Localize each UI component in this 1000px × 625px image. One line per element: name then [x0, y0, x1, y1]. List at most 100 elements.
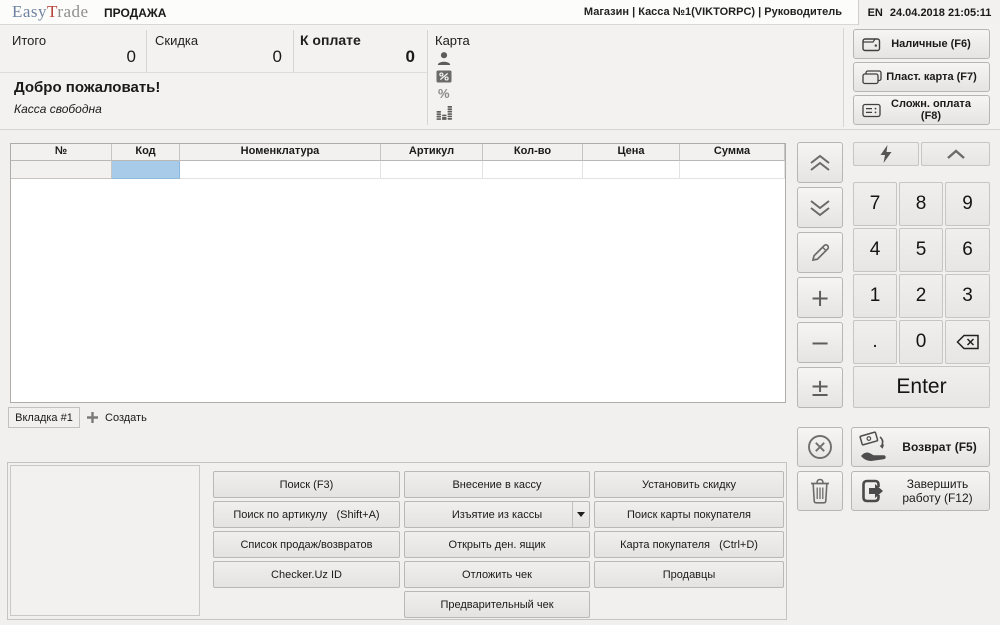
table-cell[interactable] — [680, 161, 785, 179]
table-cell[interactable] — [180, 161, 381, 179]
hold-receipt-button[interactable]: Отложить чек — [404, 561, 590, 588]
chevron-up-icon — [945, 148, 967, 160]
search-button[interactable]: Поиск (F3) — [213, 471, 400, 498]
cash-payment-button[interactable]: Наличные (F6) — [853, 29, 990, 59]
numpad-enter-key[interactable]: Enter — [853, 366, 990, 408]
return-button[interactable]: Возврат (F5) — [851, 427, 990, 467]
table-header-row: № Код Номенклатура Артикул Кол-во Цена С… — [11, 144, 785, 161]
info-box — [10, 465, 200, 616]
language-indicator[interactable]: EN — [868, 7, 883, 19]
divider — [146, 30, 147, 73]
numpad-key-2[interactable]: 2 — [899, 274, 943, 318]
top-bar: EasyTrade ПРОДАЖА Магазин | Касса №1(VIK… — [0, 0, 1000, 25]
divider — [293, 30, 294, 73]
decrease-quantity-button[interactable]: − — [797, 322, 843, 363]
cash-out-dropdown-button[interactable]: Изъятие из кассы — [404, 501, 590, 528]
minus-icon: − — [809, 328, 831, 357]
numpad-backspace-key[interactable] — [945, 320, 990, 364]
table-cell[interactable] — [483, 161, 583, 179]
collapse-numpad-button[interactable] — [921, 142, 990, 166]
search-by-article-button[interactable]: Поиск по артикулу (Shift+A) — [213, 501, 400, 528]
wallet-icon — [862, 37, 881, 52]
double-chevron-down-icon — [807, 198, 833, 218]
checker-id-button[interactable]: Checker.Uz ID — [213, 561, 400, 588]
increase-quantity-button[interactable]: + — [797, 277, 843, 318]
open-cash-drawer-button[interactable]: Открыть ден. ящик — [404, 531, 590, 558]
table-cell[interactable] — [583, 161, 680, 179]
create-tab-button[interactable]: Создать — [86, 407, 147, 428]
move-row-up-button[interactable] — [797, 142, 843, 183]
caret-down-icon — [577, 512, 585, 517]
column-header-nomenclature[interactable]: Номенклатура — [180, 144, 381, 161]
money-return-icon — [858, 431, 892, 463]
pos-app: EasyTrade ПРОДАЖА Магазин | Касса №1(VIK… — [0, 0, 1000, 625]
column-header-sum[interactable]: Сумма — [680, 144, 785, 161]
card-payment-label: Пласт. карта (F7) — [886, 71, 977, 83]
complex-payment-button[interactable]: Сложн. оплата (F8) — [853, 95, 990, 125]
numpad-key-8[interactable]: 8 — [899, 182, 943, 226]
column-header-article[interactable]: Артикул — [381, 144, 483, 161]
table-cell[interactable] — [381, 161, 483, 179]
finish-work-label: Завершить работу (F12) — [902, 477, 973, 505]
divider — [843, 28, 844, 127]
lightning-icon — [879, 145, 893, 163]
preview-receipt-button[interactable]: Предварительный чек — [404, 591, 590, 618]
backspace-icon — [955, 333, 981, 351]
cash-in-button[interactable]: Внесение в кассу — [404, 471, 590, 498]
plus-icon: + — [809, 283, 831, 312]
complex-payment-label: Сложн. оплата (F8) — [891, 98, 971, 122]
due-label: К оплате — [300, 32, 361, 48]
finish-work-button[interactable]: Завершить работу (F12) — [851, 471, 990, 511]
sales-table: № Код Номенклатура Артикул Кол-во Цена С… — [10, 143, 786, 403]
trash-icon — [808, 477, 832, 505]
sales-returns-list-button[interactable]: Список продаж/возвратов — [213, 531, 400, 558]
total-value: 0 — [126, 47, 136, 66]
selected-cell[interactable] — [112, 161, 180, 179]
session-context: Магазин | Касса №1(VIKTORPC) | Руководит… — [583, 6, 842, 18]
double-chevron-up-icon — [807, 153, 833, 173]
numpad-key-9[interactable]: 9 — [945, 182, 990, 226]
numpad-key-5[interactable]: 5 — [899, 228, 943, 272]
plus-minus-button[interactable]: ± — [797, 367, 843, 408]
numpad-key-6[interactable]: 6 — [945, 228, 990, 272]
card-label: Карта — [435, 33, 470, 48]
total-label: Итого — [12, 33, 47, 48]
exit-icon — [858, 476, 888, 506]
numpad-key-4[interactable]: 4 — [853, 228, 897, 272]
discount-label: Скидка — [155, 33, 199, 48]
search-customer-card-button[interactable]: Поиск карты покупателя — [594, 501, 784, 528]
divider — [427, 30, 428, 125]
create-tab-label: Создать — [105, 411, 147, 424]
edit-row-button[interactable] — [797, 232, 843, 273]
clock-panel: EN 24.04.2018 21:05:11 — [858, 0, 1000, 25]
delete-row-button[interactable] — [797, 471, 843, 511]
cancel-receipt-button[interactable] — [797, 427, 843, 467]
tab-receipt-1[interactable]: Вкладка #1 — [8, 407, 80, 428]
pencil-icon — [808, 241, 832, 265]
discount-value: 0 — [272, 47, 282, 66]
quick-action-button[interactable] — [853, 142, 919, 166]
credit-card-icon — [862, 69, 882, 85]
row-header-cell[interactable] — [11, 161, 112, 179]
column-header-code[interactable]: Код — [112, 144, 180, 161]
column-header-quantity[interactable]: Кол-во — [483, 144, 583, 161]
column-header-price[interactable]: Цена — [583, 144, 680, 161]
set-discount-button[interactable]: Установить скидку — [594, 471, 784, 498]
move-row-down-button[interactable] — [797, 187, 843, 228]
numpad-key-7[interactable]: 7 — [853, 182, 897, 226]
card-payment-button[interactable]: Пласт. карта (F7) — [853, 62, 990, 92]
plus-icon — [86, 411, 99, 424]
dropdown-arrow[interactable] — [572, 502, 589, 527]
customer-card-button[interactable]: Карта покупателя (Ctrl+D) — [594, 531, 784, 558]
summary-band: Итого 0 Скидка 0 К оплате 0 Карта % Добр… — [0, 25, 1000, 130]
due-value: 0 — [405, 47, 415, 66]
cashbox-status: Касса свободна — [14, 102, 102, 116]
datetime-display: 24.04.2018 21:05:11 — [889, 6, 992, 19]
numpad-key-dot[interactable]: . — [853, 320, 897, 364]
numpad-key-1[interactable]: 1 — [853, 274, 897, 318]
coins-icon — [436, 105, 453, 120]
numpad-key-0[interactable]: 0 — [899, 320, 943, 364]
column-header-number[interactable]: № — [11, 144, 112, 161]
sellers-button[interactable]: Продавцы — [594, 561, 784, 588]
numpad-key-3[interactable]: 3 — [945, 274, 990, 318]
